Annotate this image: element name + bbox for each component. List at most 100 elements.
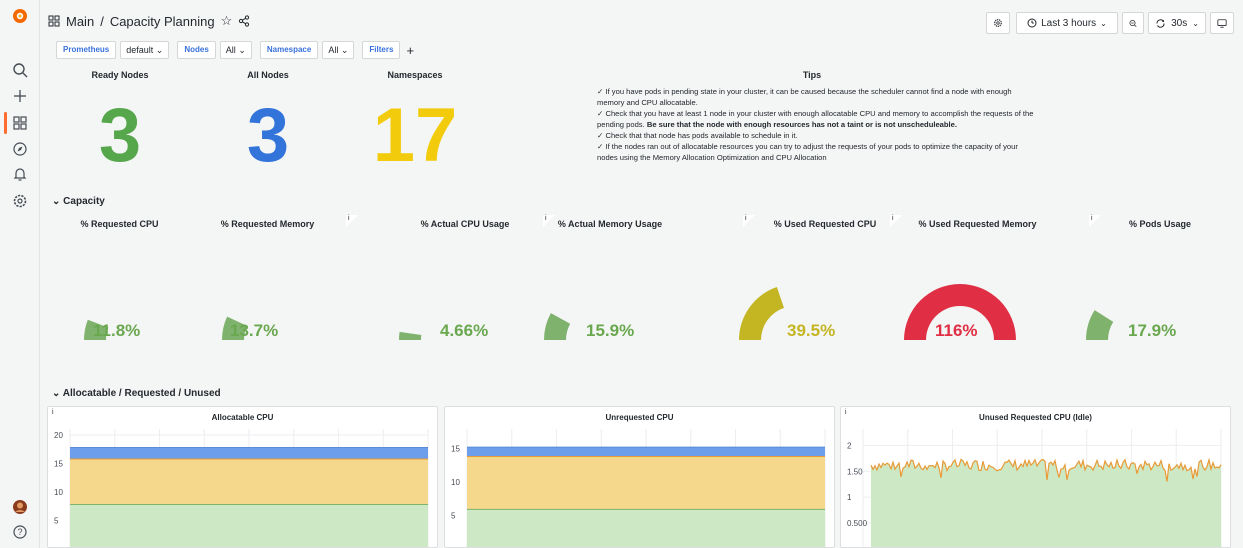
gauge-title: % Actual CPU Usage — [420, 219, 510, 229]
time-range-label: Last 3 hours — [1041, 17, 1097, 29]
series-band-green — [70, 504, 428, 547]
gauge-fill — [739, 287, 784, 340]
chart-panel-unused-requested-cpu[interactable]: i Unused Requested CPU (Idle) 2 1.50 1 0.50… — [840, 406, 1231, 548]
template-variables: Prometheus default ⌄ Nodes All ⌄ Namespa… — [56, 41, 414, 59]
monitor-icon — [1217, 18, 1227, 28]
refresh-interval: 30s — [1171, 17, 1188, 29]
gauge-title: % Used Requested Memory — [918, 219, 1037, 229]
active-indicator — [4, 112, 7, 134]
breadcrumb: Main / Capacity Planning ☆ — [48, 13, 250, 29]
namespaces-title: Namespaces — [387, 70, 443, 80]
sidebar: ? — [0, 0, 40, 548]
chevron-down-icon: ⌄ — [340, 45, 349, 55]
chevron-down-icon: ⌄ — [52, 196, 64, 207]
chart-title: Unrequested CPU — [605, 413, 674, 422]
plus-icon[interactable] — [10, 86, 30, 106]
row-capacity[interactable]: ⌄ Capacity — [52, 196, 105, 207]
y-tick-label: 15 — [54, 460, 63, 469]
y-tick-label: 5 — [54, 517, 59, 526]
chevron-down-icon: ⌄ — [1192, 18, 1199, 28]
add-filter-plus-icon[interactable]: + — [406, 43, 414, 58]
gauge-arc — [739, 287, 784, 340]
gauge-title: % Requested CPU — [80, 219, 159, 229]
gauge-arc — [399, 331, 422, 340]
gauge-fill — [544, 313, 571, 340]
breadcrumb-folder[interactable]: Main — [66, 14, 94, 29]
refresh-button[interactable]: 30s ⌄ — [1148, 12, 1206, 34]
gauge-arc — [222, 316, 248, 340]
y-tick-label: 10 — [54, 488, 63, 497]
grafana-logo-icon[interactable] — [10, 6, 30, 26]
help-icon[interactable]: ? — [10, 522, 30, 542]
y-tick-label: 1.50 — [847, 467, 863, 476]
tips-title: Tips — [802, 70, 822, 80]
variable-value: All — [328, 45, 339, 55]
chart-panel-unrequested-cpu[interactable]: Unrequested CPU 15 10 5 — [444, 406, 835, 548]
all-nodes-value: 3 — [246, 93, 290, 178]
star-icon[interactable]: ☆ — [221, 13, 233, 29]
tips-text: ✓ If you have pods in pending state in y… — [597, 86, 1037, 163]
y-tick-label: 0.500 — [847, 519, 868, 528]
share-icon[interactable] — [238, 15, 250, 27]
y-tick-label: 15 — [451, 444, 460, 453]
row-allocatable[interactable]: ⌄ Allocatable / Requested / Unused — [52, 388, 221, 399]
gauge-title: % Pods Usage — [1128, 219, 1192, 229]
variable-value: All — [225, 45, 236, 55]
chevron-down-icon: ⌄ — [1100, 18, 1107, 28]
chevron-down-icon: ⌄ — [238, 45, 246, 55]
user-avatar[interactable] — [10, 497, 30, 517]
ready-nodes-title: Ready Nodes — [91, 70, 149, 80]
unused-requested-cpu-chart: 2 1.50 1 0.500 — [847, 429, 1222, 547]
variable-label-filters[interactable]: Filters — [362, 41, 401, 59]
series-band-blue — [70, 447, 428, 459]
dashboard-title[interactable]: Capacity Planning — [110, 14, 215, 29]
alerting-bell-icon[interactable] — [10, 164, 30, 184]
gear-icon — [994, 19, 1002, 27]
dashboards-icon[interactable] — [10, 113, 30, 133]
gauge-value: 116% — [935, 321, 978, 340]
row-title: Allocatable / Requested / Unused — [62, 388, 221, 399]
variable-label-prometheus: Prometheus — [56, 41, 117, 59]
zoom-out-button[interactable] — [1122, 12, 1144, 34]
y-tick-label: 1 — [847, 493, 852, 502]
variable-select-namespace[interactable]: All ⌄ — [322, 41, 355, 59]
tip-line: ✓ If you have pods in pending state in y… — [597, 87, 1012, 107]
gauge-arc — [544, 313, 571, 340]
tv-mode-button[interactable] — [1210, 12, 1234, 34]
variable-label-nodes: Nodes — [177, 41, 216, 59]
y-tick-label: 20 — [54, 431, 63, 440]
namespaces-value: 17 — [372, 93, 458, 178]
tip-line: ✓ If the nodes ran out of allocatable re… — [597, 142, 1018, 162]
breadcrumb-separator: / — [100, 13, 104, 29]
settings-gear-icon[interactable] — [10, 191, 30, 211]
gauge-arc — [904, 284, 1016, 340]
svg-text:?: ? — [17, 527, 22, 537]
chart-title: Unused Requested CPU (Idle) — [979, 413, 1092, 422]
y-tick-label: 2 — [847, 441, 852, 450]
explore-icon[interactable] — [10, 139, 30, 159]
zoom-out-icon — [1129, 19, 1137, 27]
info-icon[interactable]: i — [346, 215, 360, 227]
chart-panel-allocatable-cpu[interactable]: i Allocatable CPU 20 15 10 5 — [47, 406, 438, 548]
unrequested-cpu-chart: 15 10 5 — [451, 429, 826, 547]
gauge-value: 4.66% — [440, 321, 489, 340]
dashboard-settings-button[interactable] — [986, 12, 1010, 34]
search-icon[interactable] — [10, 60, 30, 80]
all-nodes-title: All Nodes — [247, 70, 289, 80]
tip-line: ✓ Check that that node has pods availabl… — [597, 131, 798, 140]
gauge-value: 13.7% — [230, 321, 279, 340]
chevron-down-icon: ⌄ — [52, 388, 63, 399]
gauge-value: 11.8% — [93, 321, 141, 340]
series-band-blue — [467, 447, 825, 457]
gauge-title: % Actual Memory Usage — [557, 219, 663, 229]
variable-label-namespace: Namespace — [259, 41, 319, 59]
dashboard-grid-icon — [48, 15, 60, 27]
gauge-value: 15.9% — [586, 321, 635, 340]
y-tick-label: 5 — [451, 511, 456, 520]
gauge-value: 17.9% — [1128, 321, 1177, 340]
variable-select-nodes[interactable]: All ⌄ — [219, 41, 252, 59]
variable-select-prometheus[interactable]: default ⌄ — [120, 41, 170, 59]
series-band-yellow — [70, 458, 428, 505]
time-range-picker[interactable]: Last 3 hours ⌄ — [1016, 12, 1118, 34]
gauge-arc — [84, 319, 109, 340]
